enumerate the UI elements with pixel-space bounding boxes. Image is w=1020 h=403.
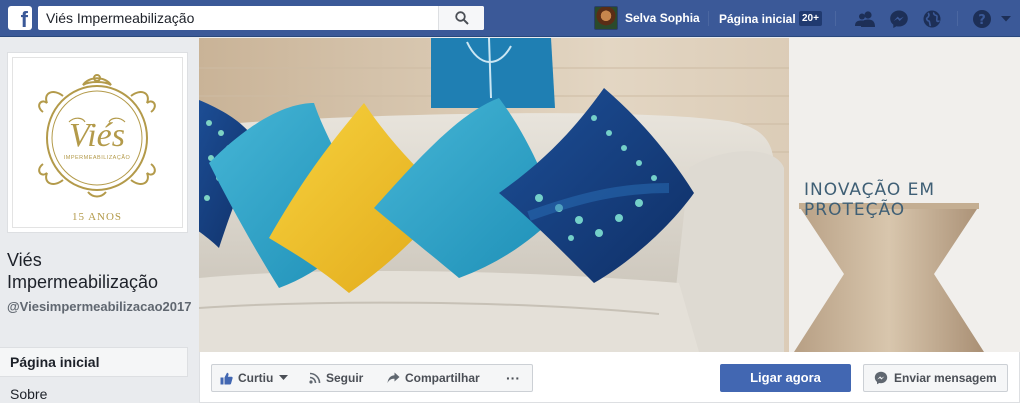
send-message-label: Enviar mensagem xyxy=(894,371,997,385)
more-options-icon: ··· xyxy=(506,370,520,386)
share-button[interactable]: Compartilhar xyxy=(379,364,495,392)
cover-photo[interactable]: INOVAÇÃO EM PROTEÇÃO xyxy=(199,38,1020,352)
top-navigation-bar: f Selva Sophia Página inicial 20+ ? xyxy=(0,0,1020,37)
like-button[interactable]: Curtiu xyxy=(211,364,302,392)
facebook-logo-icon[interactable]: f xyxy=(8,6,32,30)
avatar xyxy=(594,6,618,30)
notifications-globe-icon[interactable] xyxy=(922,9,942,29)
logo-frame: Viés IMPERMEABILIZAÇÃO 15 ANOS xyxy=(12,57,183,228)
thumbs-up-icon xyxy=(220,372,233,384)
logo-text: Viés xyxy=(69,117,125,154)
search-icon xyxy=(455,11,469,25)
share-arrow-icon xyxy=(387,372,400,383)
page-profile-picture[interactable]: Viés IMPERMEABILIZAÇÃO 15 ANOS xyxy=(7,52,188,233)
page-action-bar: Curtiu Seguir Compartilhar ··· Ligar ago… xyxy=(199,352,1020,403)
chevron-down-icon xyxy=(279,375,289,380)
cover-caption: INOVAÇÃO EM PROTEÇÃO xyxy=(804,180,936,220)
divider xyxy=(835,11,836,26)
divider xyxy=(708,11,709,26)
rss-icon xyxy=(309,372,321,384)
sidebar-item-about[interactable]: Sobre xyxy=(10,386,47,402)
share-label: Compartilhar xyxy=(405,371,480,385)
svg-text:?: ? xyxy=(978,13,986,28)
follow-label: Seguir xyxy=(326,371,364,385)
divider xyxy=(957,11,958,26)
vies-logo: Viés IMPERMEABILIZAÇÃO 15 ANOS xyxy=(38,74,156,223)
friend-requests-icon[interactable] xyxy=(855,9,875,29)
home-badge: 20+ xyxy=(799,11,822,26)
profile-link[interactable]: Selva Sophia xyxy=(594,6,700,30)
messenger-icon[interactable] xyxy=(889,9,909,29)
profile-name: Selva Sophia xyxy=(625,11,700,25)
sidebar-item-home[interactable]: Página inicial xyxy=(0,347,188,377)
send-message-button[interactable]: Enviar mensagem xyxy=(863,364,1008,392)
search-button[interactable] xyxy=(438,6,484,30)
like-label: Curtiu xyxy=(238,371,274,385)
home-link[interactable]: Página inicial xyxy=(719,12,796,26)
page-username[interactable]: @Viesimpermeabilizacao2017 xyxy=(7,298,192,316)
call-now-button[interactable]: Ligar agora xyxy=(720,364,851,392)
follow-button[interactable]: Seguir xyxy=(301,364,380,392)
chevron-down-icon[interactable] xyxy=(1000,15,1012,23)
page-title[interactable]: Viés Impermeabilização xyxy=(7,249,192,293)
more-options-button[interactable]: ··· xyxy=(494,364,533,392)
logo-years: 15 ANOS xyxy=(72,211,122,223)
messenger-icon xyxy=(874,371,888,385)
help-icon[interactable]: ? xyxy=(972,9,992,29)
search-input[interactable] xyxy=(38,6,438,30)
search-box xyxy=(38,6,484,30)
logo-subtext: IMPERMEABILIZAÇÃO xyxy=(64,154,131,161)
